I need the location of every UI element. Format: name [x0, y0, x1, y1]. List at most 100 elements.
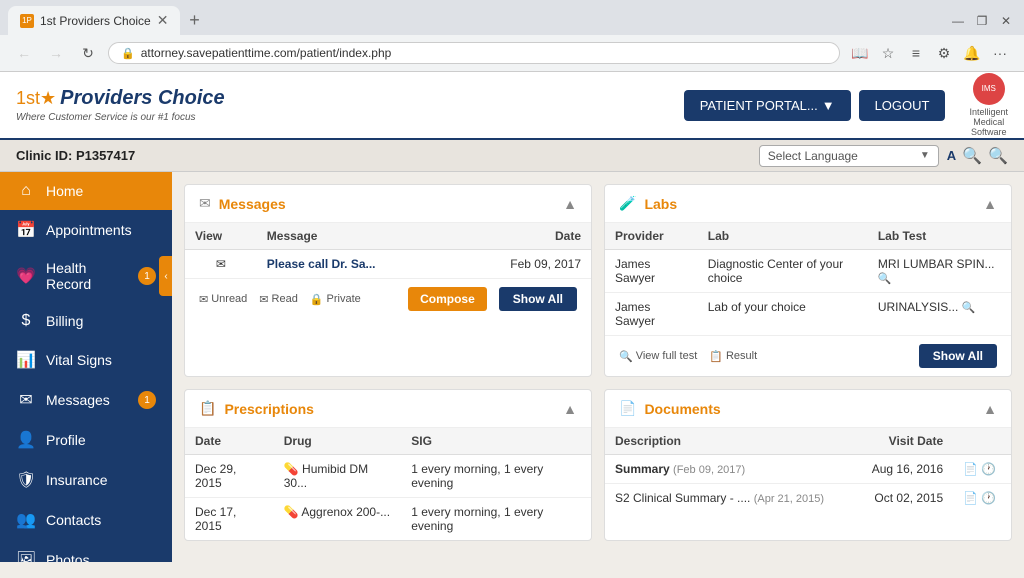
- table-row: ✉ Please call Dr. Sa... Feb 09, 2017: [185, 250, 591, 279]
- doc-visit-date-1: Aug 16, 2016: [854, 455, 953, 484]
- sidebar-item-profile[interactable]: 👤 Profile: [0, 420, 172, 460]
- messages-card-footer: ✉ Unread ✉ Read 🔒 Private Compose Show A…: [185, 278, 591, 319]
- main-content: ✉ Messages ▲ View Message Date ✉: [172, 172, 1024, 562]
- messages-show-all-button[interactable]: Show All: [499, 287, 577, 311]
- rx-col-drug: Drug: [274, 428, 401, 455]
- read-filter[interactable]: ✉ Read: [259, 293, 298, 306]
- read-icon: ✉: [259, 293, 268, 306]
- messages-col-date: Date: [453, 223, 591, 250]
- documents-collapse-button[interactable]: ▲: [983, 401, 997, 417]
- sidebar-label-health-record: Health Record: [46, 260, 128, 292]
- labs-card-title: Labs: [644, 196, 677, 212]
- doc-col-actions: [953, 428, 1011, 455]
- forward-button[interactable]: →: [44, 41, 68, 65]
- doc-download-icon-1[interactable]: 📄: [963, 462, 978, 476]
- doc-actions-2[interactable]: 📄 🕐: [953, 484, 1011, 513]
- documents-card-title: Documents: [644, 401, 720, 417]
- unread-filter[interactable]: ✉ Unread: [199, 293, 247, 306]
- lab-location-1: Diagnostic Center of your choice: [698, 250, 868, 293]
- reading-mode-icon[interactable]: 📖: [848, 41, 872, 65]
- doc-date-detail-2: (Apr 21, 2015): [754, 493, 824, 505]
- menu-icon[interactable]: ≡: [904, 41, 928, 65]
- lab-test-1[interactable]: MRI LUMBAR SPIN... 🔍: [868, 250, 1011, 293]
- lab-provider-1: James Sawyer: [605, 250, 698, 293]
- result-link[interactable]: 📋 Result: [709, 350, 757, 363]
- restore-button[interactable]: ❐: [972, 11, 992, 31]
- health-record-badge: 1: [138, 267, 156, 285]
- clinic-id: Clinic ID: P1357417: [16, 148, 135, 163]
- labs-collapse-button[interactable]: ▲: [983, 196, 997, 212]
- new-tab-button[interactable]: +: [180, 7, 208, 35]
- doc-col-visit-date: Visit Date: [854, 428, 953, 455]
- refresh-button[interactable]: ↻: [76, 41, 100, 65]
- prescriptions-collapse-button[interactable]: ▲: [563, 401, 577, 417]
- browser-chrome: 1P 1st Providers Choice ✕ + — ❐ ✕ ← → ↻ …: [0, 0, 1024, 72]
- doc-actions-1[interactable]: 📄 🕐: [953, 455, 1011, 484]
- logo-star-icon: 1st★: [16, 88, 56, 109]
- messages-collapse-button[interactable]: ▲: [563, 196, 577, 212]
- search-icon-1[interactable]: 🔍: [962, 146, 982, 166]
- sidebar-item-appointments[interactable]: 📅 Appointments: [0, 210, 172, 250]
- table-row: James Sawyer Diagnostic Center of your c…: [605, 250, 1011, 293]
- labs-card-header: 🧪 Labs ▲: [605, 185, 1011, 223]
- minimize-button[interactable]: —: [948, 11, 968, 31]
- active-tab[interactable]: 1P 1st Providers Choice ✕: [8, 6, 180, 35]
- notifications-icon[interactable]: 🔔: [960, 41, 984, 65]
- sidebar-item-home[interactable]: ⌂ Home: [0, 172, 172, 210]
- labs-icon: 🧪: [619, 195, 636, 212]
- doc-visit-date-2: Oct 02, 2015: [854, 484, 953, 513]
- language-select[interactable]: Select Language ▼: [759, 145, 939, 167]
- search-icon-2[interactable]: 🔍: [988, 146, 1008, 166]
- doc-desc-1: Summary (Feb 09, 2017): [605, 455, 854, 484]
- extensions-icon[interactable]: ⚙: [932, 41, 956, 65]
- tab-close-button[interactable]: ✕: [157, 12, 169, 29]
- documents-icon: 📄: [619, 400, 636, 417]
- address-bar[interactable]: 🔒 attorney.savepatienttime.com/patient/i…: [108, 42, 840, 64]
- sidebar-item-insurance[interactable]: 🛡 Insurance: [0, 460, 172, 500]
- private-filter[interactable]: 🔒 Private: [310, 293, 361, 306]
- messages-col-message: Message: [257, 223, 453, 250]
- header-buttons: PATIENT PORTAL... ▼ LOGOUT IMS Intellige…: [684, 73, 1008, 137]
- more-icon[interactable]: ···: [988, 41, 1012, 65]
- close-button[interactable]: ✕: [996, 11, 1016, 31]
- messages-icon: ✉: [16, 390, 36, 410]
- sidebar-item-contacts[interactable]: 👥 Contacts: [0, 500, 172, 540]
- patient-portal-button[interactable]: PATIENT PORTAL... ▼: [684, 90, 851, 121]
- bookmark-icon[interactable]: ☆: [876, 41, 900, 65]
- rx-col-sig: SIG: [401, 428, 591, 455]
- rx-drug-icon-2: 💊: [284, 505, 299, 519]
- messages-card-title: Messages: [219, 196, 286, 212]
- table-row: James Sawyer Lab of your choice URINALYS…: [605, 293, 1011, 336]
- doc-download-icon-2[interactable]: 📄: [963, 491, 978, 505]
- text-size-icon[interactable]: A: [947, 148, 956, 163]
- back-button[interactable]: ←: [12, 41, 36, 65]
- app-body: ⌂ Home 📅 Appointments 💗 Health Record 1 …: [0, 172, 1024, 562]
- sidebar-label-contacts: Contacts: [46, 512, 156, 528]
- sidebar-label-messages: Messages: [46, 392, 128, 408]
- message-text[interactable]: Please call Dr. Sa...: [257, 250, 453, 279]
- sidebar-item-health-record[interactable]: 💗 Health Record 1 ‹: [0, 250, 172, 302]
- documents-card-body: Description Visit Date Summary (Feb 09, …: [605, 428, 1011, 512]
- lab-test-search-icon-1[interactable]: 🔍: [878, 273, 892, 285]
- sidebar-item-messages[interactable]: ✉ Messages 1: [0, 380, 172, 420]
- language-label: Select Language: [768, 149, 858, 163]
- sidebar-item-photos[interactable]: 🖼 Photos: [0, 540, 172, 562]
- doc-col-description: Description: [605, 428, 854, 455]
- compose-button[interactable]: Compose: [408, 287, 487, 311]
- view-full-test-link[interactable]: 🔍 View full test: [619, 350, 697, 363]
- doc-info-icon-2[interactable]: 🕐: [981, 491, 996, 505]
- labs-show-all-button[interactable]: Show All: [919, 344, 997, 368]
- rx-drug-2: 💊 Aggrenox 200-...: [274, 498, 401, 541]
- labs-col-labtest: Lab Test: [868, 223, 1011, 250]
- logout-button[interactable]: LOGOUT: [859, 90, 946, 121]
- doc-date-detail-1: (Feb 09, 2017): [673, 464, 745, 476]
- lab-test-search-icon-2[interactable]: 🔍: [962, 302, 976, 314]
- labs-table: Provider Lab Lab Test James Sawyer Diagn…: [605, 223, 1011, 335]
- contacts-icon: 👥: [16, 510, 36, 530]
- sidebar-item-billing[interactable]: $ Billing: [0, 302, 172, 340]
- sidebar-collapse-handle[interactable]: ‹: [159, 256, 172, 296]
- lab-test-2[interactable]: URINALYSIS... 🔍: [868, 293, 1011, 336]
- sidebar-item-vital-signs[interactable]: 📊 Vital Signs: [0, 340, 172, 380]
- doc-info-icon-1[interactable]: 🕐: [981, 462, 996, 476]
- result-icon: 📋: [709, 350, 723, 363]
